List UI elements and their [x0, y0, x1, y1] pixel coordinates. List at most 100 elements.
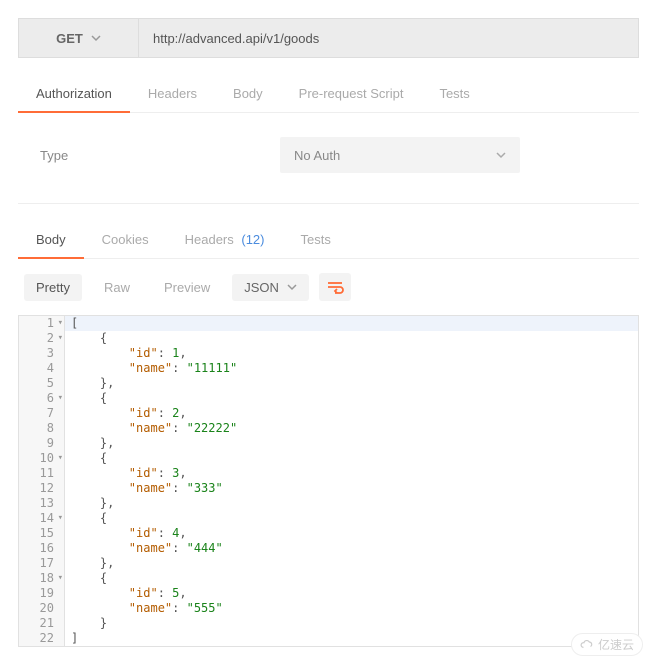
line-number: 8 [19, 421, 65, 436]
code-content: "name": "444" [65, 541, 638, 556]
code-line: 3 "id": 1, [19, 346, 638, 361]
tab-authorization[interactable]: Authorization [18, 76, 130, 113]
code-content: { [65, 391, 638, 406]
chevron-down-icon [287, 282, 297, 292]
code-line: 10 { [19, 451, 638, 466]
code-line: 2 { [19, 331, 638, 346]
code-line: 20 "name": "555" [19, 601, 638, 616]
url-input[interactable] [139, 19, 638, 57]
code-content: "id": 5, [65, 586, 638, 601]
auth-type-label: Type [40, 148, 240, 163]
code-line: 21 } [19, 616, 638, 631]
code-line: 4 "name": "11111" [19, 361, 638, 376]
code-content: "id": 2, [65, 406, 638, 421]
code-line: 18 { [19, 571, 638, 586]
code-content: }, [65, 436, 638, 451]
code-content: "id": 3, [65, 466, 638, 481]
resp-tab-headers[interactable]: Headers (12) [167, 222, 283, 258]
line-number: 3 [19, 346, 65, 361]
line-number: 12 [19, 481, 65, 496]
code-line: 15 "id": 4, [19, 526, 638, 541]
code-line: 5 }, [19, 376, 638, 391]
line-number: 11 [19, 466, 65, 481]
tab-body[interactable]: Body [215, 76, 281, 112]
line-number: 9 [19, 436, 65, 451]
response-panel: BodyCookiesHeaders (12)Tests Pretty Raw … [18, 222, 639, 647]
http-method-select[interactable]: GET [19, 19, 139, 57]
watermark: 亿速云 [571, 633, 643, 656]
code-line: 22] [19, 631, 638, 646]
code-line: 7 "id": 2, [19, 406, 638, 421]
view-preview-button[interactable]: Preview [152, 274, 222, 301]
line-number: 13 [19, 496, 65, 511]
view-pretty-button[interactable]: Pretty [24, 274, 82, 301]
code-content: "name": "22222" [65, 421, 638, 436]
line-number: 15 [19, 526, 65, 541]
view-raw-button[interactable]: Raw [92, 274, 142, 301]
code-line: 16 "name": "444" [19, 541, 638, 556]
code-line: 6 { [19, 391, 638, 406]
code-content: { [65, 571, 638, 586]
auth-type-select[interactable]: No Auth [280, 137, 520, 173]
code-content: "name": "555" [65, 601, 638, 616]
header-count: (12) [238, 232, 265, 247]
code-line: 12 "name": "333" [19, 481, 638, 496]
tab-pre-request-script[interactable]: Pre-request Script [281, 76, 422, 112]
resp-tab-body[interactable]: Body [18, 222, 84, 259]
code-content: { [65, 451, 638, 466]
code-content: } [65, 616, 638, 631]
tab-headers[interactable]: Headers [130, 76, 215, 112]
code-content: [ [65, 316, 638, 331]
format-label: JSON [244, 280, 279, 295]
code-content: }, [65, 556, 638, 571]
cloud-icon [580, 638, 594, 652]
line-number: 2 [19, 331, 65, 346]
code-line: 19 "id": 5, [19, 586, 638, 601]
code-line: 13 }, [19, 496, 638, 511]
line-number: 6 [19, 391, 65, 406]
line-number: 1 [19, 316, 65, 331]
line-number: 10 [19, 451, 65, 466]
line-number: 5 [19, 376, 65, 391]
wrap-lines-button[interactable] [319, 273, 351, 301]
response-body-code[interactable]: 1[2 {3 "id": 1,4 "name": "11111"5 },6 {7… [18, 315, 639, 647]
code-content: }, [65, 496, 638, 511]
line-number: 16 [19, 541, 65, 556]
code-content: "id": 4, [65, 526, 638, 541]
code-content: }, [65, 376, 638, 391]
code-line: 1[ [19, 316, 638, 331]
chevron-down-icon [91, 33, 101, 43]
code-content: { [65, 331, 638, 346]
request-bar: GET [18, 18, 639, 58]
line-number: 21 [19, 616, 65, 631]
code-content: "name": "11111" [65, 361, 638, 376]
http-method-label: GET [56, 31, 83, 46]
tab-tests[interactable]: Tests [421, 76, 487, 112]
code-content: { [65, 511, 638, 526]
line-number: 20 [19, 601, 65, 616]
code-line: 8 "name": "22222" [19, 421, 638, 436]
line-number: 18 [19, 571, 65, 586]
line-number: 19 [19, 586, 65, 601]
watermark-text: 亿速云 [598, 636, 634, 653]
code-line: 14 { [19, 511, 638, 526]
code-content: "name": "333" [65, 481, 638, 496]
line-number: 17 [19, 556, 65, 571]
line-number: 22 [19, 631, 65, 646]
code-content: ] [65, 631, 638, 646]
line-number: 4 [19, 361, 65, 376]
auth-type-value: No Auth [294, 148, 340, 163]
code-line: 17 }, [19, 556, 638, 571]
line-number: 7 [19, 406, 65, 421]
request-panel: GET AuthorizationHeadersBodyPre-request … [18, 18, 639, 204]
auth-section: Type No Auth [18, 113, 639, 204]
line-number: 14 [19, 511, 65, 526]
response-tabs: BodyCookiesHeaders (12)Tests [18, 222, 639, 259]
request-tabs: AuthorizationHeadersBodyPre-request Scri… [18, 76, 639, 113]
resp-tab-cookies[interactable]: Cookies [84, 222, 167, 258]
format-select[interactable]: JSON [232, 274, 309, 301]
code-line: 9 }, [19, 436, 638, 451]
resp-tab-tests[interactable]: Tests [282, 222, 348, 258]
wrap-icon [326, 280, 344, 294]
view-mode-row: Pretty Raw Preview JSON [18, 259, 639, 315]
